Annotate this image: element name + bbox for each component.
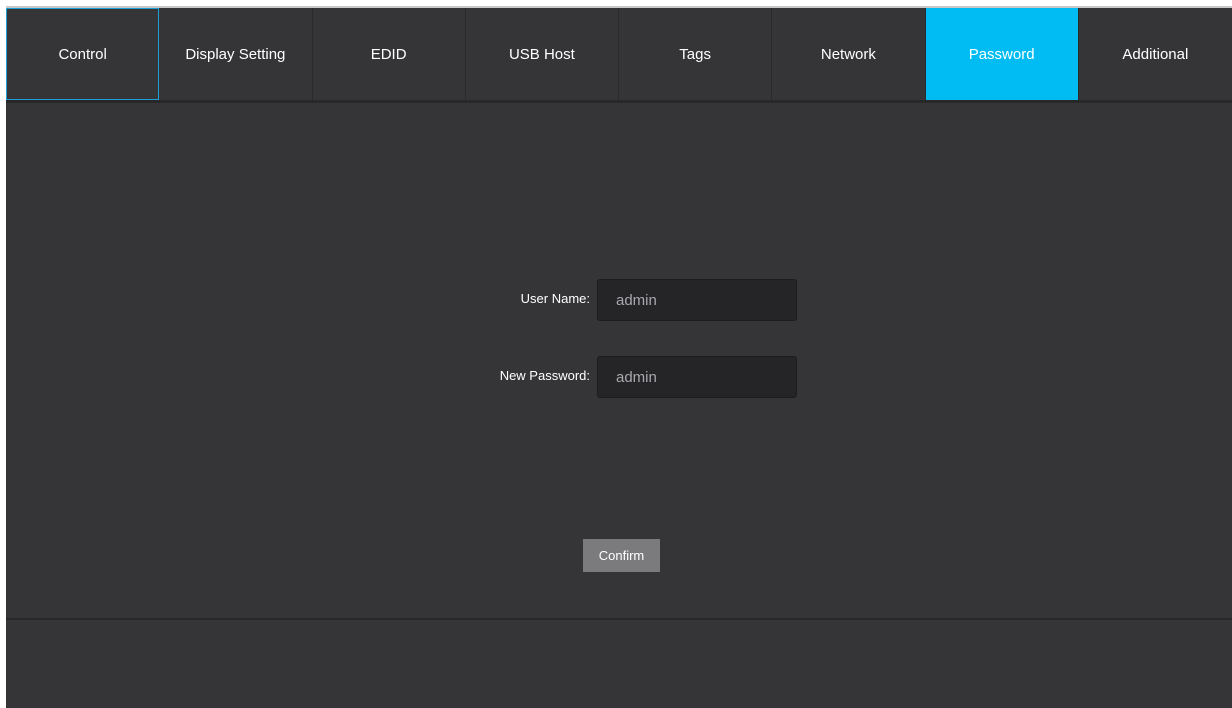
- tab-network[interactable]: Network: [772, 8, 926, 100]
- tab-label: Tags: [679, 45, 711, 63]
- tab-label: USB Host: [508, 45, 575, 63]
- tab-control[interactable]: Control: [6, 8, 160, 100]
- new-password-input[interactable]: [597, 356, 797, 398]
- password-panel: User Name: New Password: Confirm: [6, 103, 1232, 620]
- tab-label: Control: [58, 45, 107, 63]
- tab-additional[interactable]: Additional: [1079, 8, 1232, 100]
- new-password-label: New Password:: [499, 368, 590, 383]
- app-frame: Control Display Setting EDID USB Host Ta…: [6, 6, 1232, 708]
- tab-bar: Control Display Setting EDID USB Host Ta…: [6, 8, 1232, 103]
- password-row: New Password:: [6, 356, 1232, 398]
- tab-edid[interactable]: EDID: [313, 8, 466, 100]
- tab-label: EDID: [370, 45, 407, 63]
- tab-usb-host[interactable]: USB Host: [466, 8, 619, 100]
- tab-label: Additional: [1122, 45, 1189, 63]
- username-row: User Name:: [6, 279, 1232, 321]
- tab-label: Display Setting: [185, 45, 286, 63]
- tab-tags[interactable]: Tags: [619, 8, 773, 100]
- confirm-button[interactable]: Confirm: [583, 539, 660, 572]
- tab-label: Password: [968, 45, 1035, 63]
- tab-display-setting[interactable]: Display Setting: [159, 8, 313, 100]
- tab-password[interactable]: Password: [925, 8, 1079, 100]
- username-label: User Name:: [520, 291, 590, 306]
- username-input[interactable]: [597, 279, 797, 321]
- tab-label: Network: [820, 45, 876, 63]
